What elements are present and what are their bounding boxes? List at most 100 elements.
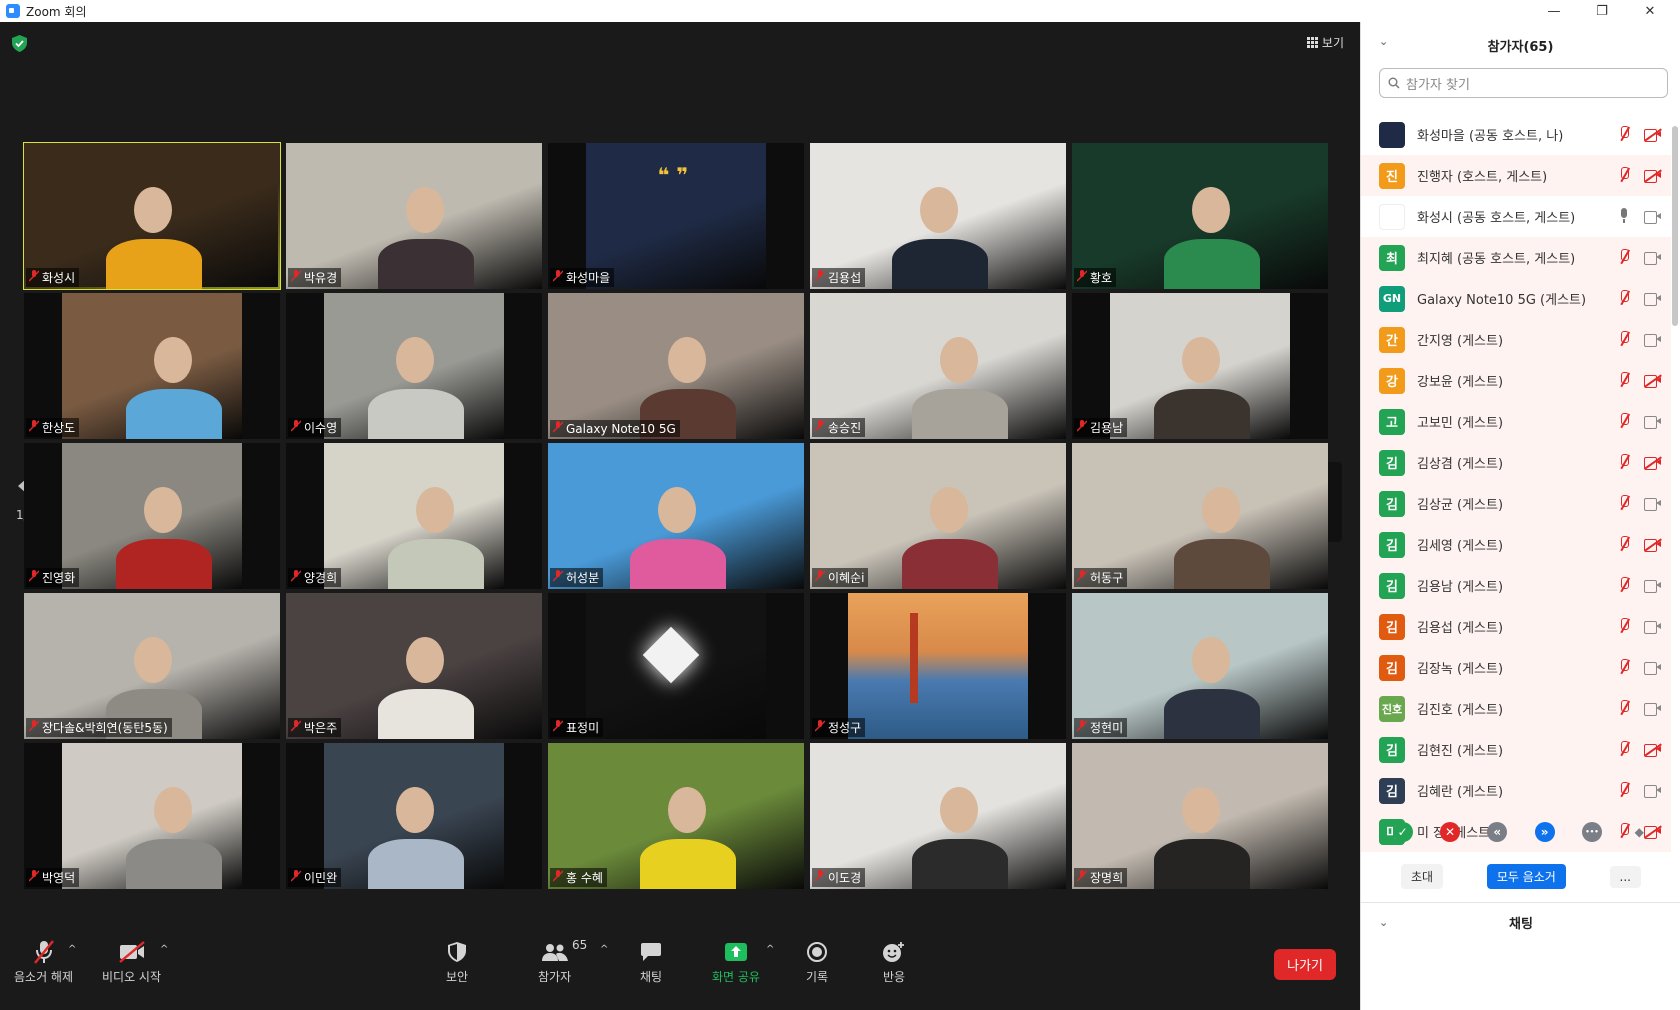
participant-avatar: 김 <box>1379 531 1405 558</box>
video-tile[interactable]: 장다솔&박희연(동탄5동) <box>24 593 280 739</box>
mic-muted-icon <box>1618 126 1630 142</box>
participant-row[interactable]: 화성시 (공동 호스트, 게스트) <box>1361 196 1671 237</box>
mute-all-button[interactable]: 모두 음소거 <box>1486 864 1566 889</box>
participant-row[interactable]: 김 김세영 (게스트) <box>1361 524 1671 565</box>
video-tile[interactable]: Galaxy Note10 5G <box>548 293 804 439</box>
video-tile[interactable]: 표정미 <box>548 593 804 739</box>
participant-row[interactable]: 진호 김진호 (게스트) <box>1361 688 1671 729</box>
go-faster-icon[interactable]: » <box>1534 822 1555 842</box>
participant-body <box>630 539 726 589</box>
chat-bubble-icon <box>640 938 662 966</box>
participant-body <box>126 839 222 889</box>
minimize-button[interactable]: — <box>1534 0 1574 22</box>
mic-muted-icon <box>814 270 826 285</box>
video-tile[interactable]: 박유경 <box>286 143 542 289</box>
video-tile[interactable]: 이수영 <box>286 293 542 439</box>
participant-name: 허동구 <box>1090 571 1124 585</box>
participant-name: 이도경 <box>828 871 862 885</box>
video-tile[interactable]: 홍 수혜 <box>548 743 804 889</box>
participant-row[interactable]: 김 김용섭 (게스트) <box>1361 606 1671 647</box>
start-video-button[interactable]: 비디오 시작 <box>102 938 161 985</box>
chat-section-header[interactable]: ⌄ 채팅 <box>1361 902 1680 942</box>
video-tile[interactable]: 이민완 <box>286 743 542 889</box>
clear-all-icon[interactable]: ◆ <box>1629 822 1649 842</box>
mic-muted-icon <box>1076 420 1088 435</box>
invite-button[interactable]: 초대 <box>1401 864 1444 889</box>
participant-body <box>892 239 988 289</box>
video-tile[interactable]: 정현미 <box>1072 593 1328 739</box>
video-tile[interactable]: 장명희 <box>1072 743 1328 889</box>
participant-avatar: 김 <box>1379 572 1405 599</box>
share-screen-button[interactable]: 화면 공유 <box>712 938 760 985</box>
video-tile[interactable]: 김용남 <box>1072 293 1328 439</box>
video-options-caret[interactable]: ^ <box>160 944 168 955</box>
participant-face <box>920 187 958 233</box>
video-icon <box>1644 620 1661 634</box>
video-tile[interactable]: 정성구 <box>810 593 1066 739</box>
video-tile[interactable]: 박은주 <box>286 593 542 739</box>
more-options-button[interactable]: ... <box>1609 865 1641 888</box>
participant-row[interactable]: 화성마을 (공동 호스트, 나) <box>1361 114 1671 155</box>
participant-row[interactable]: 김 김상균 (게스트) <box>1361 483 1671 524</box>
video-tile[interactable]: 허동구 <box>1072 443 1328 589</box>
participant-avatar <box>1379 121 1405 148</box>
video-gallery: 화성시 박유경 ❝ ❞ 화성마을 김용섭 황호한상도 이수영 Galaxy Note10 5G… <box>23 142 1336 911</box>
participant-row[interactable]: GN Galaxy Note10 5G (게스트) <box>1361 278 1671 319</box>
restore-button[interactable]: ❐ <box>1582 0 1622 22</box>
audio-options-caret[interactable]: ^ <box>68 944 76 955</box>
video-tile[interactable]: ❝ ❞ 화성마을 <box>548 143 804 289</box>
leave-button[interactable]: 나가기 <box>1274 949 1336 980</box>
participant-row[interactable]: 간 간지영 (게스트) <box>1361 319 1671 360</box>
participant-search-input[interactable]: 참가자 찾기 <box>1379 68 1668 98</box>
view-button[interactable]: 보기 <box>1306 34 1344 51</box>
video-tile[interactable]: 한상도 <box>24 293 280 439</box>
no-icon[interactable]: ✕ <box>1439 822 1460 842</box>
collapse-chevron-icon[interactable]: ⌄ <box>1379 35 1388 48</box>
participant-list-scrollbar[interactable] <box>1672 126 1678 326</box>
participants-button[interactable]: 참가자 <box>538 938 571 985</box>
participant-row[interactable]: 김 김현진 (게스트) <box>1361 729 1671 770</box>
encryption-shield-icon[interactable] <box>12 35 27 52</box>
video-tile[interactable]: 송승진 <box>810 293 1066 439</box>
participant-row[interactable]: 진 진행자 (호스트, 게스트) <box>1361 155 1671 196</box>
video-off-icon <box>1644 168 1662 183</box>
participant-list-name: 김용섭 (게스트) <box>1417 621 1504 636</box>
participant-body <box>368 839 464 889</box>
video-tile[interactable]: 화성시 <box>23 142 281 290</box>
unmute-button[interactable]: 음소거 해제 <box>14 938 73 985</box>
reactions-button[interactable]: 반응 <box>882 938 906 985</box>
mic-muted-icon <box>552 570 564 585</box>
video-icon <box>1644 579 1661 593</box>
mic-muted-icon <box>552 421 564 436</box>
participant-row[interactable]: 김 김혜란 (게스트) <box>1361 770 1671 811</box>
video-tile[interactable]: 김용섭 <box>810 143 1066 289</box>
video-tile[interactable]: 진영화 <box>24 443 280 589</box>
video-tile[interactable]: 이도경 <box>810 743 1066 889</box>
security-button[interactable]: 보안 <box>446 938 468 985</box>
close-button[interactable]: ✕ <box>1630 0 1670 22</box>
video-tile[interactable]: 황호 <box>1072 143 1328 289</box>
yes-icon[interactable]: ✓ <box>1392 822 1413 842</box>
go-slower-icon[interactable]: « <box>1487 822 1508 842</box>
participant-row[interactable]: 강 강보윤 (게스트) <box>1361 360 1671 401</box>
video-tile[interactable]: 허성분 <box>548 443 804 589</box>
participant-name: 황호 <box>1090 271 1113 285</box>
participant-face <box>668 787 706 833</box>
participant-nameplate: 정현미 <box>1074 718 1128 737</box>
participants-options-caret[interactable]: ^ <box>600 944 608 955</box>
participant-row[interactable]: 김 김장녹 (게스트) <box>1361 647 1671 688</box>
mic-muted-icon <box>1618 249 1630 265</box>
participant-row[interactable]: 고 고보민 (게스트) <box>1361 401 1671 442</box>
participant-name: Galaxy Note10 5G <box>566 421 676 436</box>
participant-row[interactable]: 최 최지혜 (공동 호스트, 게스트) <box>1361 237 1671 278</box>
video-tile[interactable]: 이혜순i <box>810 443 1066 589</box>
share-options-caret[interactable]: ^ <box>766 944 774 955</box>
video-tile[interactable]: 박영덕 <box>24 743 280 889</box>
participant-row[interactable]: 김 김상겸 (게스트) <box>1361 442 1671 483</box>
chat-button[interactable]: 채팅 <box>640 938 662 985</box>
record-button[interactable]: 기록 <box>806 938 828 985</box>
participant-status-icons <box>1618 659 1661 675</box>
participant-row[interactable]: 김 김용남 (게스트) <box>1361 565 1671 606</box>
more-icon[interactable]: ••• <box>1581 822 1602 842</box>
video-tile[interactable]: 양경희 <box>286 443 542 589</box>
